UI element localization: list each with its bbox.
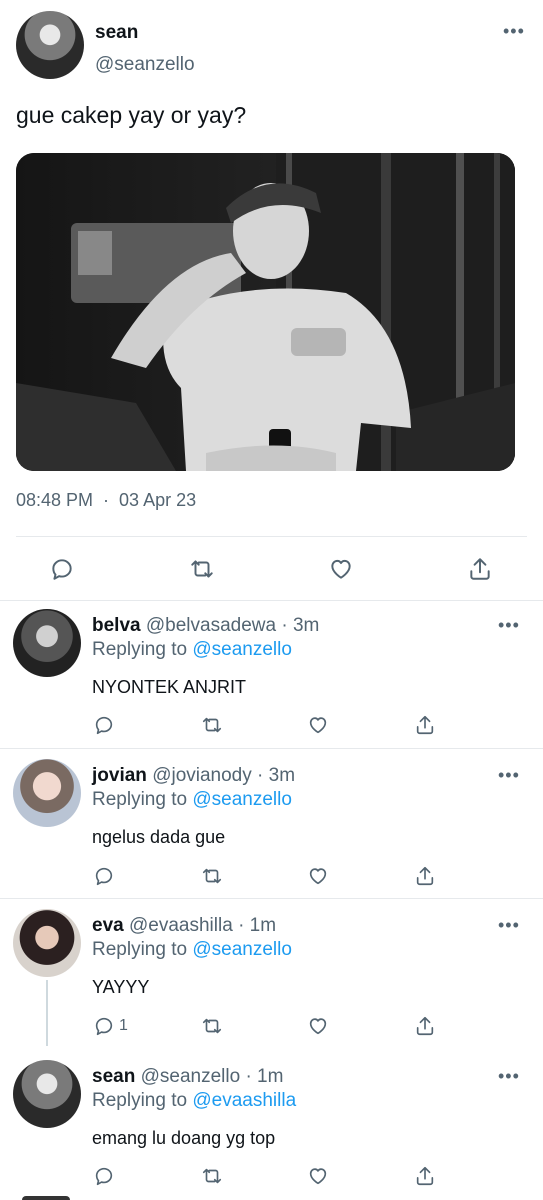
replying-to: Replying to @evaashilla: [92, 1090, 296, 1112]
replying-to-link[interactable]: @seanzello: [192, 789, 292, 810]
reply-author-handle[interactable]: @belvasadewa: [146, 615, 276, 636]
reply-avatar[interactable]: [13, 759, 81, 827]
like-button[interactable]: [303, 1011, 333, 1041]
share-button[interactable]: [410, 861, 440, 891]
retweet-icon: [202, 1168, 222, 1184]
replying-to: Replying to @seanzello: [92, 789, 292, 811]
author-name[interactable]: sean: [95, 22, 138, 44]
retweet-button[interactable]: [197, 861, 227, 891]
reply-author-handle[interactable]: @jovianody: [152, 765, 252, 786]
divider: [0, 748, 543, 749]
reply-bubble-icon: [52, 559, 72, 580]
share-button[interactable]: [410, 1011, 440, 1041]
reply-text: emang lu doang yg top: [92, 1128, 276, 1148]
like-button[interactable]: [303, 861, 333, 891]
reply-author-name[interactable]: jovian: [92, 765, 147, 786]
reply-author-name[interactable]: belva: [92, 615, 141, 636]
tweet-text: gue cakep yay or yay?: [16, 102, 247, 128]
reply-author-name[interactable]: eva: [92, 915, 124, 936]
retweet-icon: [202, 1018, 222, 1034]
more-dots-icon[interactable]: •••: [498, 1067, 520, 1085]
reply-count: 1: [119, 1017, 128, 1034]
more-dots-icon[interactable]: •••: [498, 766, 520, 784]
reply-time: · 1m: [238, 915, 277, 936]
reply-time: · 3m: [281, 615, 320, 636]
reply-button[interactable]: [89, 861, 119, 891]
reply-header[interactable]: belva @belvasadewa · 3m: [92, 615, 319, 637]
reply-bubble-icon: [95, 1167, 113, 1186]
reply-author-handle[interactable]: @evaashilla: [129, 915, 233, 936]
like-button[interactable]: [303, 1161, 333, 1191]
reply-button[interactable]: [89, 1011, 119, 1041]
reply-bubble-icon: [95, 716, 113, 735]
divider: [0, 898, 543, 899]
more-dots-icon[interactable]: •••: [498, 916, 520, 934]
heart-icon: [331, 559, 351, 579]
retweet-icon: [202, 868, 222, 884]
share-button[interactable]: [465, 554, 495, 584]
share-icon: [470, 558, 490, 580]
retweet-icon: [202, 717, 222, 733]
tweet-date: 03 Apr 23: [119, 490, 197, 510]
share-icon: [416, 1166, 434, 1186]
retweet-icon: [191, 560, 213, 578]
replying-prefix: Replying to: [92, 939, 188, 960]
author-handle[interactable]: @seanzello: [95, 54, 195, 76]
replying-to-link[interactable]: @seanzello: [192, 639, 292, 660]
reply-bubble-icon: [95, 1017, 113, 1036]
reply-button[interactable]: [89, 1161, 119, 1191]
reply-button[interactable]: [47, 554, 77, 584]
reply-avatar[interactable]: [13, 909, 81, 977]
reply-time: · 3m: [257, 765, 296, 786]
heart-icon: [309, 1168, 327, 1185]
share-icon: [416, 715, 434, 735]
retweet-button[interactable]: [197, 710, 227, 740]
share-button[interactable]: [410, 710, 440, 740]
replying-to: Replying to @seanzello: [92, 639, 292, 661]
retweet-button[interactable]: [197, 1011, 227, 1041]
tweet-photo[interactable]: [16, 153, 515, 471]
next-reply-avatar: [22, 1196, 70, 1200]
retweet-button[interactable]: [197, 1161, 227, 1191]
reply-header[interactable]: jovian @jovianody · 3m: [92, 765, 295, 787]
like-button[interactable]: [326, 554, 356, 584]
replying-to-link[interactable]: @seanzello: [192, 939, 292, 960]
retweet-button[interactable]: [187, 554, 217, 584]
like-button[interactable]: [303, 710, 333, 740]
divider: [16, 536, 527, 537]
share-button[interactable]: [410, 1161, 440, 1191]
share-icon: [416, 1016, 434, 1036]
replying-prefix: Replying to: [92, 789, 188, 810]
reply-author-name[interactable]: sean: [92, 1066, 135, 1087]
author-avatar[interactable]: [16, 11, 84, 79]
divider: [0, 600, 543, 601]
share-icon: [416, 866, 434, 886]
reply-header[interactable]: eva @evaashilla · 1m: [92, 915, 276, 937]
heart-icon: [309, 868, 327, 885]
reply-author-handle[interactable]: @seanzello: [141, 1066, 241, 1087]
tweet-time: 08:48 PM: [16, 490, 94, 510]
more-dots-icon[interactable]: •••: [503, 22, 525, 40]
tweet-timestamp[interactable]: 08:48 PM · 03 Apr 23: [16, 490, 196, 511]
heart-icon: [309, 1018, 327, 1035]
reply-avatar[interactable]: [13, 1060, 81, 1128]
reply-text: ngelus dada gue: [92, 827, 226, 847]
thread-line: [46, 980, 48, 1046]
reply-text: YAYYY: [92, 977, 150, 997]
separator-dot: ·: [103, 490, 110, 510]
reply-avatar[interactable]: [13, 609, 81, 677]
reply-button[interactable]: [89, 710, 119, 740]
reply-header[interactable]: sean @seanzello · 1m: [92, 1066, 283, 1088]
reply-bubble-icon: [95, 867, 113, 886]
reply-time: · 1m: [245, 1066, 284, 1087]
replying-to: Replying to @seanzello: [92, 939, 292, 961]
reply-text: NYONTEK ANJRIT: [92, 677, 247, 697]
replying-to-link[interactable]: @evaashilla: [192, 1090, 296, 1111]
heart-icon: [309, 717, 327, 734]
replying-prefix: Replying to: [92, 1090, 188, 1111]
more-dots-icon[interactable]: •••: [498, 616, 520, 634]
replying-prefix: Replying to: [92, 639, 188, 660]
